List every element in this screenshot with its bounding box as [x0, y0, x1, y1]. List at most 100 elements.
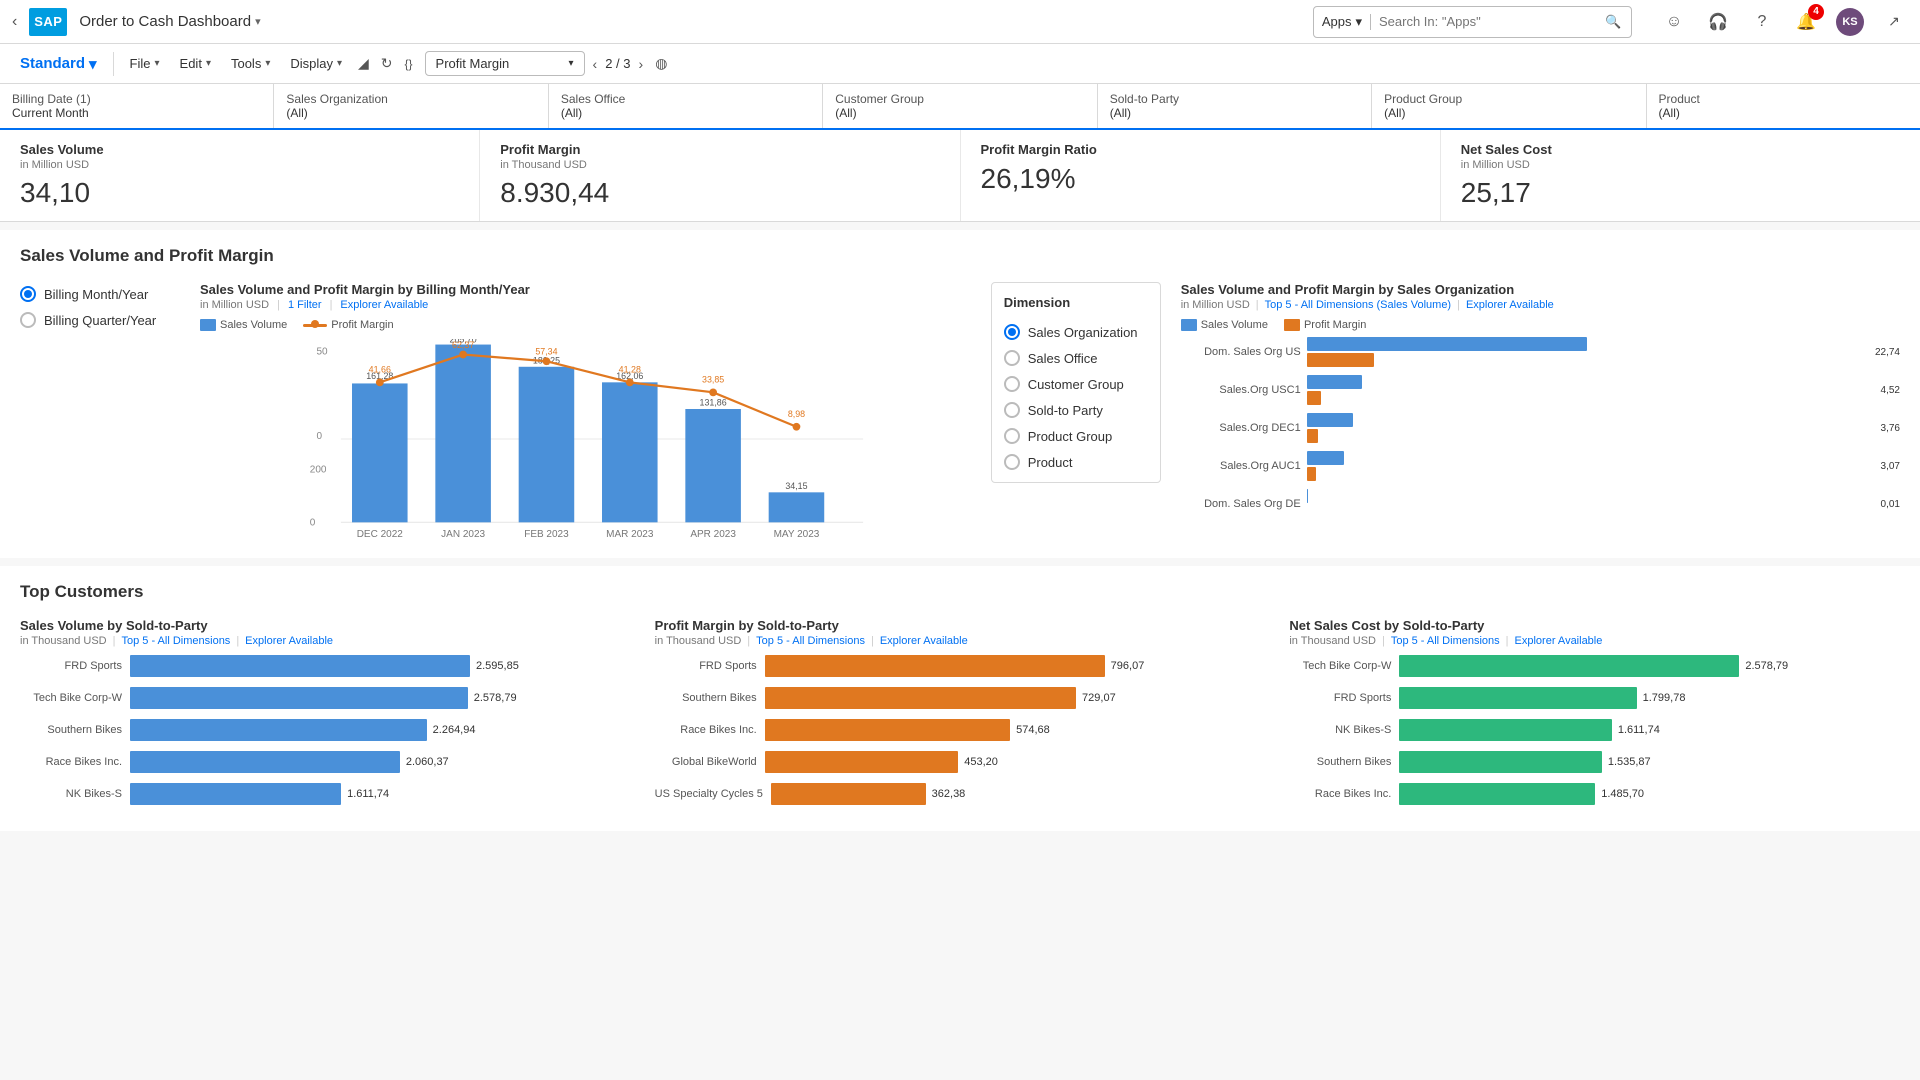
question-icon[interactable]: ?: [1748, 8, 1776, 36]
list-item: Tech Bike Corp-W 2.578,79: [1289, 655, 1900, 677]
display-menu[interactable]: Display ▾: [282, 52, 350, 75]
dimension-panel: DimensionSales OrganizationSales OfficeC…: [991, 282, 1161, 483]
timer-icon[interactable]: ◍: [651, 51, 671, 76]
filter-dropdown[interactable]: Profit Margin ▾: [425, 51, 585, 76]
refresh-icon[interactable]: ↻: [377, 51, 397, 76]
back-arrow[interactable]: ‹: [12, 13, 17, 31]
dimension-radio-0[interactable]: Sales Organization: [1004, 324, 1148, 340]
tc-chart1: Sales Volume by Sold-to-Party in Thousan…: [20, 618, 631, 815]
kpi-section: Sales Volume in Million USD 34,10 Profit…: [0, 130, 1920, 222]
filter-item-product[interactable]: Product(All): [1647, 84, 1920, 128]
tc-chart3-bars: Tech Bike Corp-W 2.578,79 FRD Sports 1.7…: [1289, 655, 1900, 805]
tc1-explorer-link[interactable]: Explorer Available: [245, 635, 333, 647]
chart2-top-link[interactable]: Top 5 - All Dimensions (Sales Volume): [1265, 299, 1451, 311]
hbar-row: Sales.Org AUC1 3,07: [1181, 451, 1900, 481]
list-item: Race Bikes Inc. 574,68: [655, 719, 1266, 741]
chart2-legend: Sales Volume Profit Margin: [1181, 319, 1900, 331]
shell-bar2: Standard ▾ File ▾ Edit ▾ Tools ▾ Display…: [0, 44, 1920, 84]
avatar[interactable]: KS: [1836, 8, 1864, 36]
top-customers-title: Top Customers: [20, 582, 1900, 602]
tc3-top-link[interactable]: Top 5 - All Dimensions: [1391, 635, 1500, 647]
tc-chart3: Net Sales Cost by Sold-to-Party in Thous…: [1289, 618, 1900, 815]
radio-0[interactable]: Billing Month/Year: [20, 286, 180, 302]
share-icon[interactable]: ↗: [1880, 8, 1908, 36]
tc1-top-link[interactable]: Top 5 - All Dimensions: [121, 635, 230, 647]
dimension-radio-3[interactable]: Sold-to Party: [1004, 402, 1148, 418]
bell-icon[interactable]: 🔔 4: [1792, 8, 1820, 36]
tc-chart3-title: Net Sales Cost by Sold-to-Party: [1289, 618, 1900, 633]
chart1-panel: Sales Volume and Profit Margin by Billin…: [200, 282, 971, 542]
svg-text:200: 200: [310, 464, 327, 475]
person-icon[interactable]: ☺: [1660, 8, 1688, 36]
list-item: Race Bikes Inc. 2.060,37: [20, 751, 631, 773]
apps-dropdown[interactable]: Apps ▾: [1314, 14, 1371, 30]
standard-btn[interactable]: Standard ▾: [12, 51, 105, 77]
tc2-top-link[interactable]: Top 5 - All Dimensions: [756, 635, 865, 647]
list-item: NK Bikes-S 1.611,74: [1289, 719, 1900, 741]
filter-item-sales-organization[interactable]: Sales Organization(All): [274, 84, 548, 128]
radio-1[interactable]: Billing Quarter/Year: [20, 312, 180, 328]
svg-text:APR 2023: APR 2023: [690, 529, 736, 539]
dimension-radio-4[interactable]: Product Group: [1004, 428, 1148, 444]
file-menu[interactable]: File ▾: [122, 52, 168, 75]
legend-sales-volume: Sales Volume: [200, 319, 287, 331]
svg-text:34,15: 34,15: [785, 481, 807, 491]
nav-icons: ☺ 🎧 ? 🔔 4 KS ↗: [1660, 8, 1908, 36]
hbar-row: Sales.Org DEC1 3,76: [1181, 413, 1900, 443]
search-bar: Apps ▾ 🔍: [1313, 6, 1632, 38]
dimension-radio-1[interactable]: Sales Office: [1004, 350, 1148, 366]
sales-section: Sales Volume and Profit Margin Billing M…: [0, 230, 1920, 558]
bar-feb23: [519, 367, 575, 523]
filter-item-product-group[interactable]: Product Group(All): [1372, 84, 1646, 128]
sales-section-title: Sales Volume and Profit Margin: [20, 246, 1900, 266]
filter-icon[interactable]: ◢: [354, 51, 373, 76]
top-customers-charts: Sales Volume by Sold-to-Party in Thousan…: [20, 618, 1900, 815]
search-input[interactable]: [1379, 14, 1599, 29]
list-item: Race Bikes Inc. 1.485,70: [1289, 783, 1900, 805]
list-item: Southern Bikes 1.535,87: [1289, 751, 1900, 773]
kpi-card-profit-margin-ratio: Profit Margin Ratio 26,19%: [961, 130, 1441, 221]
tc-chart2: Profit Margin by Sold-to-Party in Thousa…: [655, 618, 1266, 815]
bar-may23: [769, 492, 825, 522]
chart1-filter-link[interactable]: 1 Filter: [288, 299, 322, 311]
tools-menu[interactable]: Tools ▾: [223, 52, 278, 75]
chart1-legend: Sales Volume Profit Margin: [200, 319, 971, 331]
kpi-card-sales-volume: Sales Volume in Million USD 34,10: [0, 130, 480, 221]
chart2-explorer-link[interactable]: Explorer Available: [1466, 299, 1554, 311]
svg-text:41,28: 41,28: [619, 364, 641, 374]
svg-text:50: 50: [316, 347, 328, 358]
list-item: FRD Sports 2.595,85: [20, 655, 631, 677]
hbar-row: Dom. Sales Org DE 0,01: [1181, 489, 1900, 519]
svg-text:MAR 2023: MAR 2023: [606, 529, 654, 539]
edit-menu[interactable]: Edit ▾: [172, 52, 219, 75]
dimension-radio-5[interactable]: Product: [1004, 454, 1148, 470]
headset-icon[interactable]: 🎧: [1704, 8, 1732, 36]
filter-item-customer-group[interactable]: Customer Group(All): [823, 84, 1097, 128]
app-title-chevron[interactable]: ▾: [255, 15, 261, 28]
tc-chart2-bars: FRD Sports 796,07 Southern Bikes 729,07 …: [655, 655, 1266, 805]
svg-text:JAN 2023: JAN 2023: [441, 529, 485, 539]
search-icon[interactable]: 🔍: [1605, 14, 1621, 30]
filter-item-sales-office[interactable]: Sales Office(All): [549, 84, 823, 128]
bar-dec22: [352, 383, 408, 522]
next-page[interactable]: ›: [635, 54, 648, 74]
tc3-explorer-link[interactable]: Explorer Available: [1515, 635, 1603, 647]
notification-badge: 4: [1808, 4, 1824, 20]
tc2-explorer-link[interactable]: Explorer Available: [880, 635, 968, 647]
code-icon[interactable]: {}: [401, 53, 417, 75]
list-item: FRD Sports 796,07: [655, 655, 1266, 677]
chart1-title: Sales Volume and Profit Margin by Billin…: [200, 282, 971, 297]
filter-item-sold-to-party[interactable]: Sold-to Party(All): [1098, 84, 1372, 128]
chart2-panel: Sales Volume and Profit Margin by Sales …: [1181, 282, 1900, 519]
svg-text:57,34: 57,34: [535, 347, 557, 357]
svg-text:DEC 2022: DEC 2022: [357, 529, 404, 539]
filter-item-billing-date-(1)[interactable]: Billing Date (1)Current Month: [0, 84, 274, 128]
dimension-radio-2[interactable]: Customer Group: [1004, 376, 1148, 392]
chart2-title: Sales Volume and Profit Margin by Sales …: [1181, 282, 1900, 297]
chart1-explorer-link[interactable]: Explorer Available: [340, 299, 428, 311]
list-item: Global BikeWorld 453,20: [655, 751, 1266, 773]
kpi-card-net-sales-cost: Net Sales Cost in Million USD 25,17: [1441, 130, 1920, 221]
legend-profit-margin: Profit Margin: [303, 319, 393, 331]
svg-text:8,98: 8,98: [788, 409, 805, 419]
prev-page[interactable]: ‹: [589, 54, 602, 74]
